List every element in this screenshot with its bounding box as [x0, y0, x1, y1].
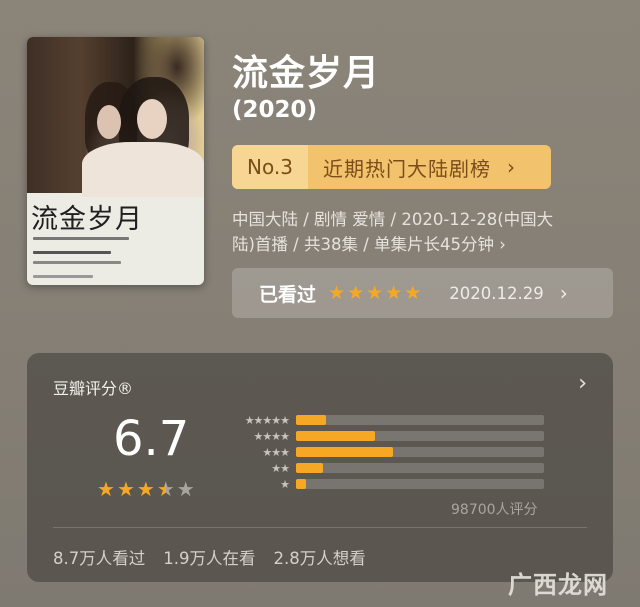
distribution-bar — [296, 463, 324, 473]
distribution-row: ★ — [223, 476, 544, 492]
watched-label: 已看过 — [259, 283, 317, 306]
distribution-row: ★★★ — [223, 444, 544, 460]
watched-date: 2020.12.29 — [449, 283, 544, 303]
star-icon: ★ — [116, 477, 135, 501]
rating-stars: ★ ★ ★ ★ ★ — [97, 479, 195, 499]
star-icon: ★ — [404, 281, 422, 304]
distribution-stars-label: ★★★★ — [253, 429, 290, 443]
half-star-icon: ★ — [156, 477, 175, 501]
user-rating-stars: ★ ★ ★ ★ ★ — [328, 281, 422, 304]
star-icon: ★ — [136, 477, 155, 501]
star-icon: ★ — [97, 477, 115, 501]
star-icon: ★ — [347, 281, 365, 304]
chevron-right-icon: › — [559, 281, 568, 305]
watched-status-button[interactable]: 已看过 ★ ★ ★ ★ ★ 2020.12.29 › — [232, 268, 613, 318]
raters-count: 98700人评分 — [451, 502, 538, 518]
movie-year: (2020) — [232, 97, 318, 123]
star-icon: ★ — [328, 281, 346, 304]
rating-score: 6.7 — [113, 411, 190, 467]
poster-title: 流金岁月 — [31, 204, 143, 235]
chevron-right-icon[interactable]: › — [578, 371, 587, 396]
douban-rating-card[interactable]: 豆瓣评分® › 6.7 ★ ★ ★ ★ ★ ★★★★★ ★★★★ ★★★ ★★ … — [27, 353, 613, 582]
distribution-stars-label: ★★★★★ — [244, 413, 290, 427]
distribution-bar — [296, 431, 376, 441]
distribution-row: ★★★★★ — [223, 412, 544, 428]
stat-watched[interactable]: 8.7万人看过 — [53, 545, 145, 569]
chevron-right-icon: › — [507, 155, 516, 179]
distribution-row: ★★★★ — [223, 428, 544, 444]
empty-star-icon: ★ — [176, 477, 195, 501]
rank-number: No.3 — [232, 145, 308, 189]
rating-distribution: ★★★★★ ★★★★ ★★★ ★★ ★ — [223, 412, 544, 492]
distribution-stars-label: ★★★ — [262, 445, 290, 459]
star-icon: ★ — [385, 281, 403, 304]
rank-list-name: 近期热门大陆剧榜 — [323, 156, 491, 181]
meta-line-2: 陆)首播 / 共38集 / 单集片长45分钟 › — [232, 235, 506, 254]
star-icon: ★ — [366, 281, 384, 304]
distribution-bar — [296, 447, 393, 457]
watermark-logo: 广西龙网 — [508, 571, 608, 599]
poster-image[interactable]: 流金岁月 — [27, 37, 204, 285]
movie-meta-info[interactable]: 中国大陆 / 剧情 爱情 / 2020-12-28(中国大 陆)首播 / 共38… — [232, 207, 602, 257]
distribution-bar — [296, 479, 306, 489]
distribution-stars-label: ★★ — [271, 461, 290, 475]
distribution-row: ★★ — [223, 460, 544, 476]
movie-title: 流金岁月 — [232, 53, 381, 94]
divider — [53, 527, 587, 528]
distribution-bar — [296, 415, 326, 425]
meta-line-1: 中国大陆 / 剧情 爱情 / 2020-12-28(中国大 — [232, 210, 554, 229]
rating-section-title: 豆瓣评分® — [53, 379, 134, 398]
rank-badge-button[interactable]: No.3 近期热门大陆剧榜 › — [232, 145, 551, 189]
distribution-stars-label: ★ — [280, 477, 290, 491]
stat-want-to-watch[interactable]: 2.8万人想看 — [274, 545, 366, 569]
viewing-stats: 8.7万人看过 1.9万人在看 2.8万人想看 — [53, 545, 366, 569]
stat-watching[interactable]: 1.9万人在看 — [163, 545, 255, 569]
